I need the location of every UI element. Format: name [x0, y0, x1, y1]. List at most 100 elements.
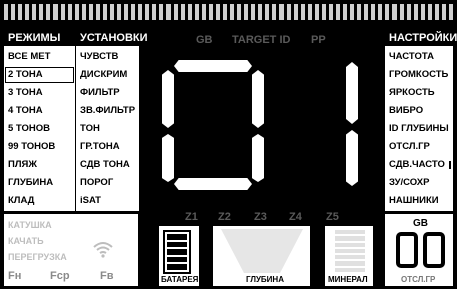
mode-item[interactable]: 2 ТОНА — [4, 66, 75, 84]
pp-header-label: PP — [311, 34, 326, 46]
setting-item[interactable]: ЧУВСТВ — [76, 48, 139, 66]
setting-item[interactable]: ГР.ТОНА — [76, 138, 139, 156]
signal-segment — [244, 4, 249, 20]
signal-segment — [194, 4, 199, 20]
battery-bar — [167, 249, 187, 255]
signal-segment — [343, 4, 348, 20]
zone-1-label: Z1 — [185, 211, 198, 223]
signal-segment — [53, 4, 58, 20]
mode-item[interactable]: 4 ТОНА — [4, 102, 75, 120]
signal-segment — [39, 4, 44, 20]
mode-item[interactable]: КЛАД — [4, 192, 75, 210]
mineral-bar — [335, 242, 365, 247]
signal-segment — [81, 4, 86, 20]
signal-segment — [187, 4, 192, 20]
signal-segment — [215, 4, 220, 20]
mode-item[interactable]: ВСЕ МЕТ — [4, 48, 75, 66]
mineral-bar — [335, 261, 365, 266]
freq-high: Fв — [100, 270, 114, 282]
setup-item[interactable]: НАШНИКИ — [385, 192, 453, 210]
target-id-display: 01 — [140, 48, 380, 208]
setup-panel: НАСТРОЙКИ ЧАСТОТА ГРОМКОСТЬ ЯРКОСТЬ ВИБРО ID… — [385, 30, 457, 211]
settings-title: УСТАНОВКИ — [76, 30, 148, 46]
frequency-shift-marker — [449, 161, 451, 169]
signal-segment — [371, 4, 376, 20]
signal-segment — [88, 4, 93, 20]
setting-item[interactable]: ДИСКРИМ — [76, 66, 139, 84]
signal-segment — [293, 4, 298, 20]
setup-item[interactable]: ГРОМКОСТЬ — [385, 66, 453, 84]
setup-item[interactable]: ID ГЛУБИНЫ — [385, 120, 453, 138]
signal-segment — [138, 4, 143, 20]
coil-status: КАТУШКА — [8, 220, 52, 230]
mode-item[interactable]: 3 ТОНА — [4, 84, 75, 102]
signal-segment — [180, 4, 185, 20]
setting-item[interactable]: iSAT — [76, 192, 139, 210]
signal-segment — [286, 4, 291, 20]
signal-segment — [413, 4, 418, 20]
battery-bar — [167, 234, 187, 240]
setting-item[interactable]: ФИЛЬТР — [76, 84, 139, 102]
mineral-label: МИНЕРАЛ — [328, 275, 368, 284]
freq-mid: Fср — [50, 270, 70, 282]
gb-header-label: GB — [196, 34, 213, 46]
signal-segment — [434, 4, 439, 20]
setting-item[interactable]: ТОН — [76, 120, 139, 138]
signal-segment — [152, 4, 157, 20]
zone-5-label: Z5 — [326, 211, 339, 223]
signal-segment — [124, 4, 129, 20]
digit-0-left-lower — [162, 134, 174, 182]
signal-segment — [60, 4, 65, 20]
signal-segment — [46, 4, 51, 20]
charge-status: КАЧАТЬ — [8, 236, 44, 246]
gb-label: GB — [413, 218, 428, 229]
digit-0-bottom — [174, 178, 252, 190]
setup-item[interactable]: ЧАСТОТА — [385, 48, 453, 66]
signal-segment — [448, 4, 453, 20]
mode-item[interactable]: ПЛЯЖ — [4, 156, 75, 174]
signal-segment — [131, 4, 136, 20]
setup-item[interactable]: СДВ.ЧАСТО — [385, 156, 453, 174]
freq-low: Fн — [8, 270, 22, 282]
mineral-bar — [335, 255, 365, 260]
signal-segment — [145, 4, 150, 20]
signal-segment — [166, 4, 171, 20]
signal-segment — [392, 4, 397, 20]
signal-segment — [11, 4, 16, 20]
status-panel: КАТУШКА КАЧАТЬ ПЕРЕГРУЗКА Fн Fср Fв — [4, 214, 138, 286]
signal-segment — [321, 4, 326, 20]
target-id-header-label: TARGET ID — [232, 34, 291, 46]
setup-item[interactable]: ЯРКОСТЬ — [385, 84, 453, 102]
signal-segment — [67, 4, 72, 20]
setup-item[interactable]: ВИБРО — [385, 102, 453, 120]
gb-value: 00 — [395, 230, 447, 270]
setting-item[interactable]: ПОРОГ — [76, 174, 139, 192]
mode-item[interactable]: 5 ТОНОВ — [4, 120, 75, 138]
setting-item[interactable]: СДВ ТОНА — [76, 156, 139, 174]
digit-1-right-upper — [346, 62, 358, 124]
zone-2-label: Z2 — [218, 211, 231, 223]
signal-segment — [25, 4, 30, 20]
setting-item[interactable]: ЗВ.ФИЛЬТР — [76, 102, 139, 120]
signal-segment — [328, 4, 333, 20]
mineral-bar — [335, 248, 365, 254]
setup-item[interactable]: ОТСЛ.ГР — [385, 138, 453, 156]
mode-item[interactable]: ГЛУБИНА — [4, 174, 75, 192]
signal-segment — [201, 4, 206, 20]
battery-indicator: БАТАРЕЯ — [159, 226, 199, 286]
signal-segment — [364, 4, 369, 20]
setup-item[interactable]: ЗУ/СОХР — [385, 174, 453, 192]
signal-segment — [4, 4, 9, 20]
battery-label: БАТАРЕЯ — [161, 275, 199, 284]
signal-segment — [102, 4, 107, 20]
zone-4-label: Z4 — [289, 211, 302, 223]
ground-balance-panel: GB 00 ОТСЛ.ГР — [385, 214, 453, 286]
digit-0-left-upper — [162, 70, 174, 128]
signal-segment — [378, 4, 383, 20]
signal-segment — [109, 4, 114, 20]
ground-track-label: ОТСЛ.ГР — [401, 275, 436, 284]
signal-segment — [335, 4, 340, 20]
mode-item[interactable]: 99 ТОНОВ — [4, 138, 75, 156]
signal-segment — [399, 4, 404, 20]
mineral-indicator: МИНЕРАЛ — [325, 226, 373, 286]
